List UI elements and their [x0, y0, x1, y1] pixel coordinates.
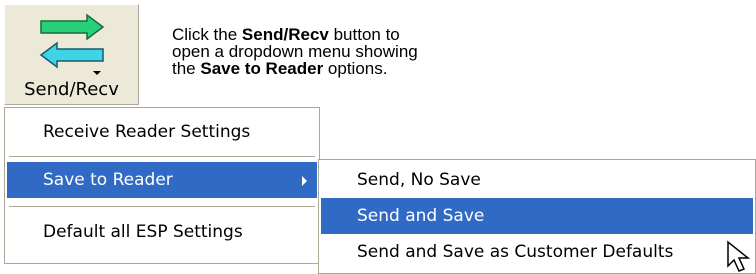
triangle-right-icon	[302, 176, 307, 186]
menu-item-label: Send and Save	[357, 206, 485, 226]
submenu-item-send-and-save-customer-defaults[interactable]: Send and Save as Customer Defaults	[321, 234, 753, 270]
menu-item-label: Default all ESP Settings	[43, 222, 243, 242]
send-recv-dropdown-menu: Receive Reader Settings Save to Reader D…	[4, 107, 320, 264]
send-recv-button[interactable]: Send/Recv	[4, 4, 139, 105]
instruction-callout: Click the Send/Recv button to open a dro…	[172, 25, 418, 78]
swap-arrows-icon	[39, 13, 105, 75]
save-to-reader-submenu: Send, No Save Send and Save Send and Sav…	[318, 159, 756, 274]
menu-item-label: Receive Reader Settings	[43, 122, 251, 142]
menu-item-default-all-esp-settings[interactable]: Default all ESP Settings	[7, 214, 317, 250]
menu-item-label: Save to Reader	[43, 170, 173, 190]
menu-item-label: Send and Save as Customer Defaults	[357, 242, 674, 262]
submenu-item-send-no-save[interactable]: Send, No Save	[321, 162, 753, 198]
menu-separator	[9, 206, 315, 208]
mouse-pointer-icon	[727, 240, 751, 272]
menu-item-receive-reader-settings[interactable]: Receive Reader Settings	[7, 114, 317, 150]
menu-item-label: Send, No Save	[357, 170, 481, 190]
menu-separator	[9, 156, 315, 158]
submenu-item-send-and-save[interactable]: Send and Save	[321, 198, 753, 234]
menu-item-save-to-reader[interactable]: Save to Reader	[7, 162, 317, 198]
send-recv-label: Send/Recv	[24, 79, 119, 100]
